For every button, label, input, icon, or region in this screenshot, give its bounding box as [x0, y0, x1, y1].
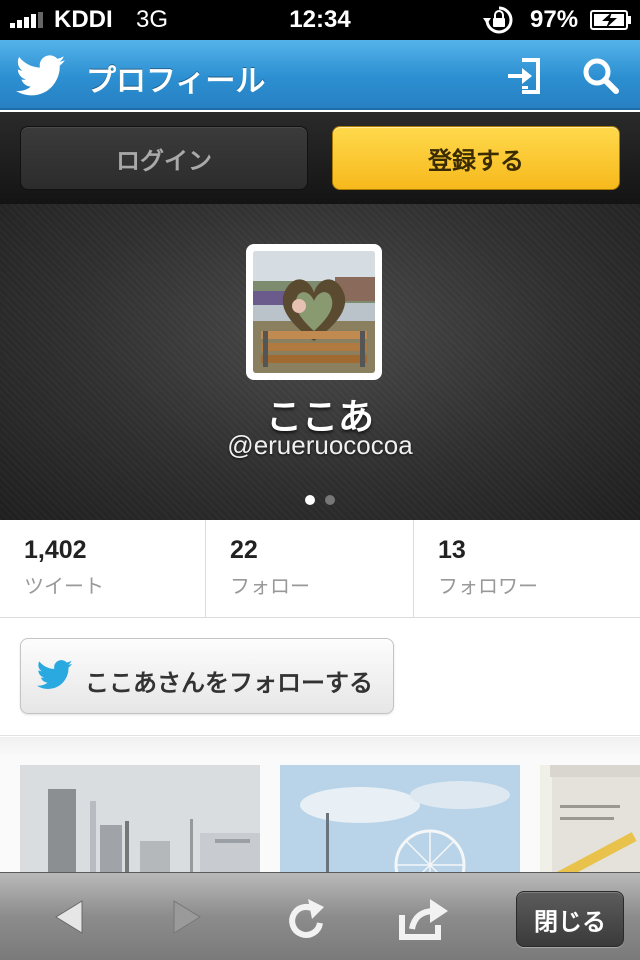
media-thumbnail[interactable] — [540, 765, 640, 877]
search-icon[interactable] — [580, 56, 622, 96]
forward-arrow-icon[interactable] — [170, 897, 204, 937]
media-gallery — [0, 737, 640, 877]
stat-followers[interactable]: 13 フォロワー — [414, 520, 640, 618]
register-button[interactable]: 登録する — [332, 126, 620, 190]
avatar-photo — [253, 251, 375, 373]
page-dot — [325, 495, 335, 505]
sign-in-icon[interactable] — [504, 56, 544, 96]
rotation-lock-icon — [483, 6, 513, 34]
auth-bar: ログイン 登録する — [0, 112, 640, 204]
follow-button[interactable]: ここあさんをフォローする — [20, 638, 394, 714]
share-icon[interactable] — [398, 897, 450, 941]
close-button[interactable]: 閉じる — [516, 891, 624, 947]
twitter-bird-icon — [37, 660, 73, 689]
page-dot-active — [305, 495, 315, 505]
page-indicator[interactable] — [0, 490, 640, 509]
reload-icon[interactable] — [286, 897, 326, 941]
browser-toolbar: 閉じる — [0, 872, 640, 960]
battery-percentage: 97% — [530, 6, 579, 33]
username-handle: @erueruococoa — [227, 430, 413, 460]
battery-charging-icon — [590, 10, 631, 30]
stat-tweets[interactable]: 1,402 ツイート — [0, 520, 206, 618]
avatar[interactable] — [246, 244, 382, 380]
tweet-count: 1,402 — [24, 536, 87, 564]
follower-count-label: フォロワー — [438, 574, 538, 598]
navigation-bar: プロフィール — [0, 40, 640, 110]
stat-following[interactable]: 22 フォロー — [206, 520, 414, 618]
media-thumbnail[interactable] — [280, 765, 520, 877]
profile-stats: 1,402 ツイート 22 フォロー 13 フォロワー — [0, 520, 640, 618]
status-bar: KDDI 3G 12:34 97% — [0, 0, 640, 40]
following-count-label: フォロー — [230, 574, 310, 598]
media-thumbnail[interactable] — [20, 765, 260, 877]
twitter-bird-icon[interactable] — [16, 54, 66, 98]
follower-count: 13 — [438, 536, 466, 564]
follow-section: ここあさんをフォローする — [0, 618, 640, 736]
follow-button-label: ここあさんをフォローする — [85, 669, 373, 697]
profile-header: ここあ @erueruococoa — [0, 204, 640, 520]
following-count: 22 — [230, 536, 258, 564]
back-arrow-icon[interactable] — [52, 897, 86, 937]
page-title: プロフィール — [86, 64, 266, 99]
tweet-count-label: ツイート — [24, 574, 104, 598]
login-button[interactable]: ログイン — [20, 126, 308, 190]
